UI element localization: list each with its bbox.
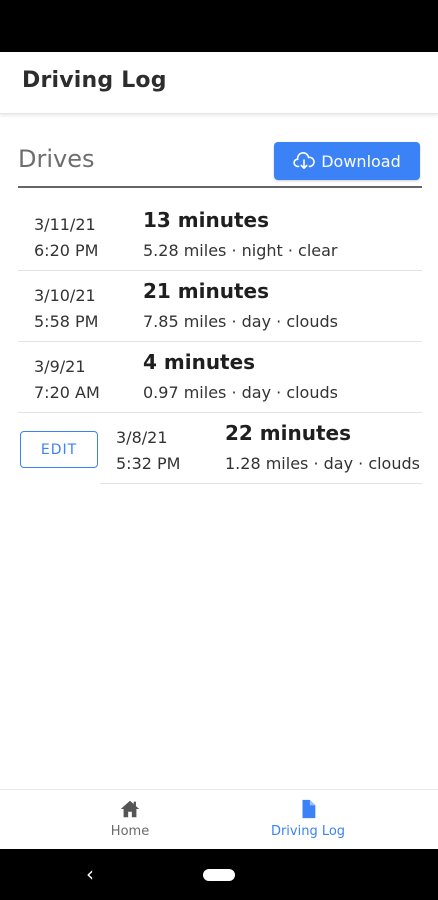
cloud-download-icon [293,152,316,170]
drive-duration: 21 minutes [143,279,269,303]
list-item-content: 3/11/21 6:20 PM 13 minutes 5.28 miles · … [18,200,422,271]
drive-date: 3/10/21 [34,286,96,305]
drive-details: 1.28 miles · day · clouds [225,454,420,473]
status-bar [0,0,438,52]
drive-date: 3/9/21 [34,357,86,376]
drive-datetime: 3/10/21 5:58 PM [34,283,98,335]
download-label: Download [321,151,401,171]
drive-details: 7.85 miles · day · clouds [143,312,338,331]
home-icon [120,800,140,818]
system-nav-bar: ‹ [0,849,438,900]
drive-details: 5.28 miles · night · clear [143,241,338,260]
drive-duration: 13 minutes [143,208,269,232]
page-title: Driving Log [22,68,167,93]
drive-list: 3/11/21 6:20 PM 13 minutes 5.28 miles · … [0,200,438,484]
drive-datetime: 3/11/21 6:20 PM [34,212,98,264]
edit-button[interactable]: EDIT [20,431,98,468]
drive-details: 0.97 miles · day · clouds [143,383,338,402]
download-button[interactable]: Download [274,142,420,180]
back-chevron-icon[interactable]: ‹ [86,862,94,886]
list-item[interactable]: 3/11/21 6:20 PM 13 minutes 5.28 miles · … [0,200,438,271]
bottom-nav: Home Driving Log [0,789,438,849]
nav-label-home: Home [110,824,150,839]
section-title: Drives [18,145,95,173]
list-item-content: 3/9/21 7:20 AM 4 minutes 0.97 miles · da… [18,342,422,413]
drive-time: 5:58 PM [34,312,99,331]
drive-time: 7:20 AM [34,383,100,402]
drive-datetime: 3/8/21 5:32 PM [116,425,180,477]
file-icon [302,799,316,819]
list-item[interactable]: EDIT 3/8/21 5:32 PM 22 minutes 1.28 mile… [0,413,438,484]
drive-date: 3/8/21 [116,428,168,447]
drive-time: 6:20 PM [34,241,99,260]
drive-duration: 22 minutes [225,421,351,445]
list-item[interactable]: 3/10/21 5:58 PM 21 minutes 7.85 miles · … [0,271,438,342]
home-pill-icon[interactable] [203,869,235,881]
drives-header: Drives Download [18,140,422,188]
drive-datetime: 3/9/21 7:20 AM [34,354,100,406]
app-bar: Driving Log [0,52,438,114]
list-item-content: 3/10/21 5:58 PM 21 minutes 7.85 miles · … [18,271,422,342]
list-item[interactable]: 3/9/21 7:20 AM 4 minutes 0.97 miles · da… [0,342,438,413]
nav-item-driving-log[interactable]: Driving Log [198,790,418,850]
drive-duration: 4 minutes [143,350,256,374]
nav-label-driving-log: Driving Log [270,824,346,839]
drive-date: 3/11/21 [34,215,96,234]
list-item-content: 3/8/21 5:32 PM 22 minutes 1.28 miles · d… [100,413,422,484]
drive-time: 5:32 PM [116,454,181,473]
